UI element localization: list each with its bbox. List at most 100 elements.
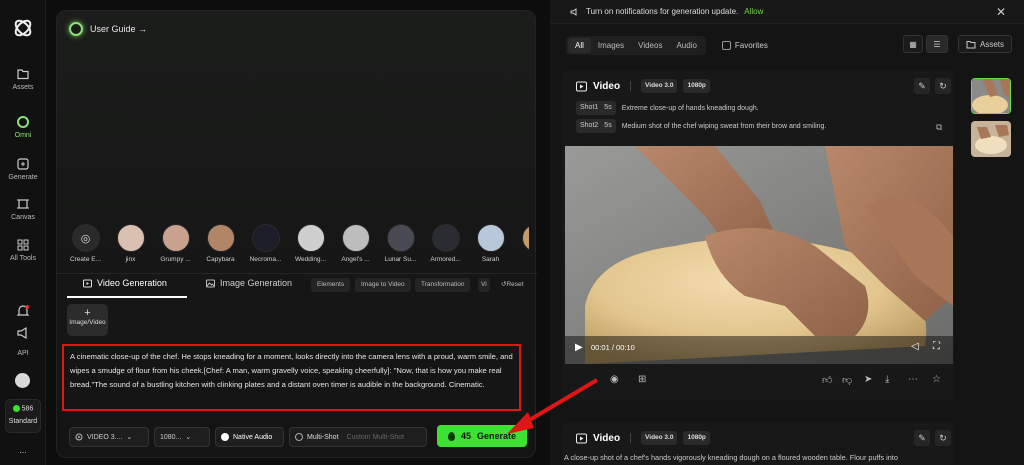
character-avatar	[476, 224, 505, 252]
credits-count: 586	[21, 405, 34, 413]
reset-label: Reset	[506, 281, 524, 288]
share-icon[interactable]: ➤	[864, 374, 872, 385]
credit-flame-icon	[447, 431, 455, 441]
copy-icon[interactable]: ⧉	[936, 122, 942, 133]
generate-label: Generate	[476, 431, 517, 441]
model-select[interactable]: VIDEO 3.... ⌄	[69, 427, 149, 447]
chip-image-to-video[interactable]: Image to Video	[355, 278, 411, 292]
model-badge: Video 3.0	[641, 431, 678, 445]
retry-icon[interactable]: ↻	[935, 78, 951, 94]
generation-panel: User Guide → ◎ Create E... jinx Grumpy ... C…	[56, 10, 537, 458]
character-item[interactable]: Angel's ...	[335, 224, 376, 274]
character-item[interactable]: Wedding...	[290, 224, 331, 274]
api-label[interactable]: API	[0, 350, 46, 357]
video-player[interactable]: ▶ 00:01 / 00:10 ◁ ⛶	[565, 146, 953, 364]
checkbox-icon	[721, 41, 731, 50]
card-header: Video Video 3.0 1080p	[576, 431, 710, 445]
grid-view-button[interactable]: ▦	[903, 35, 923, 53]
edit-icon[interactable]: ✎	[914, 430, 930, 446]
character-item[interactable]: ◎ Create E...	[65, 224, 106, 274]
generate-button[interactable]: 45 Generate	[437, 425, 527, 447]
app-logo-icon[interactable]	[12, 17, 34, 39]
character-item[interactable]: Blon	[515, 224, 529, 274]
more-options-icon[interactable]: ⋯	[908, 374, 918, 385]
play-icon[interactable]: ▶	[575, 342, 583, 353]
extend-icon[interactable]: ⊞	[638, 374, 646, 385]
user-guide-link[interactable]: User Guide →	[69, 22, 147, 36]
character-item[interactable]: Necroma...	[245, 224, 286, 274]
filter-images[interactable]: Images	[591, 38, 631, 53]
shot-description: Medium shot of the chef wiping sweat fro…	[621, 122, 827, 130]
tab-image-generation[interactable]: Image Generation	[206, 278, 292, 288]
chevron-down-icon: ⌄	[185, 434, 192, 441]
shot-duration: 5s	[604, 104, 612, 111]
character-item[interactable]: Grumpy ...	[155, 224, 196, 274]
credits-box[interactable]: 586 Standard	[5, 399, 41, 433]
list-view-button[interactable]: ☰	[926, 35, 948, 53]
close-icon[interactable]: ✕	[996, 5, 1006, 19]
character-item[interactable]: Sarah	[470, 224, 511, 274]
thumbnail[interactable]	[971, 121, 1011, 157]
thumbs-down-icon[interactable]: 👎︎	[842, 374, 852, 386]
chip-truncated[interactable]: Vi	[478, 278, 490, 292]
character-avatar	[161, 224, 190, 252]
sidebar-item-all-tools[interactable]: All Tools	[0, 238, 46, 262]
allow-link[interactable]: Allow	[744, 7, 763, 16]
avatar[interactable]	[15, 373, 30, 388]
more-icon[interactable]: ...	[0, 445, 46, 455]
fullscreen-icon[interactable]: ⛶	[933, 341, 940, 352]
chevron-down-icon: ⌄	[126, 434, 133, 441]
character-avatar	[296, 224, 325, 252]
sidebar-item-omni[interactable]: Omni	[0, 115, 46, 139]
bell-icon[interactable]	[16, 304, 30, 318]
filter-videos[interactable]: Videos	[631, 38, 669, 53]
filter-bar: All Images Videos Audio Favorites	[566, 36, 768, 55]
list-view-icon: ☰	[933, 39, 941, 49]
volume-icon[interactable]: ◁	[911, 341, 919, 352]
reset-button[interactable]: ↺Reset	[495, 278, 529, 292]
user-guide-label: User Guide →	[90, 24, 148, 34]
character-label: Capybara	[206, 256, 235, 263]
favorite-star-icon[interactable]: ☆	[932, 374, 941, 385]
prompt-textarea[interactable]: A cinematic close-up of the chef. He sto…	[62, 344, 521, 411]
resolution-select[interactable]: 1080... ⌄	[154, 427, 210, 447]
plus-icon: +	[84, 307, 91, 319]
chip-elements[interactable]: Elements	[311, 278, 351, 292]
assets-button[interactable]: Assets	[958, 35, 1012, 53]
character-strip: ◎ Create E... jinx Grumpy ... Capybara Necrom…	[65, 224, 529, 274]
thumbs-up-icon[interactable]: 👍︎	[822, 374, 832, 386]
custom-multishot-input[interactable]: Custom Multi-Shot	[347, 434, 405, 441]
character-label: Create E...	[69, 256, 102, 263]
notification-bar: Turn on notifications for generation upd…	[550, 0, 1024, 24]
character-item[interactable]: jinx	[110, 224, 151, 274]
shot-badge: Shot1 5s	[576, 101, 616, 115]
sidebar-item-canvas[interactable]: Canvas	[0, 197, 46, 221]
thumbnail-selected[interactable]	[971, 78, 1011, 114]
retry-icon[interactable]: ↻	[935, 430, 951, 446]
generate-cost: 45	[460, 431, 471, 441]
character-item[interactable]: Armored...	[425, 224, 466, 274]
shot-duration: 5s	[604, 122, 612, 129]
upload-image-video-button[interactable]: + Image/Video	[67, 304, 108, 336]
eye-icon[interactable]: ◉	[610, 374, 619, 385]
multishot-toggle[interactable]: Multi-Shot Custom Multi-Shot	[289, 427, 427, 447]
filter-all[interactable]: All	[568, 38, 591, 53]
character-item[interactable]: Lunar Su...	[380, 224, 421, 274]
folder-icon	[966, 40, 976, 48]
sidebar-item-assets[interactable]: Assets	[0, 67, 46, 91]
native-audio-toggle[interactable]: Native Audio	[215, 427, 284, 447]
divider	[630, 433, 632, 443]
filter-audio[interactable]: Audio	[669, 38, 703, 53]
edit-icon[interactable]: ✎	[914, 78, 930, 94]
sidebar-item-label: Generate	[8, 174, 38, 181]
tab-video-generation[interactable]: Video Generation	[83, 278, 167, 288]
sidebar-item-generate[interactable]: Generate	[0, 157, 46, 181]
grid-icon	[17, 239, 29, 251]
chip-transformation[interactable]: Transformation	[415, 278, 471, 292]
favorites-checkbox[interactable]: Favorites	[721, 41, 768, 50]
character-item[interactable]: Capybara	[200, 224, 241, 274]
megaphone-icon[interactable]	[16, 326, 30, 340]
dough-thumbnail-image	[972, 79, 1010, 113]
character-label: Wedding...	[295, 256, 326, 263]
download-icon[interactable]: ⤓	[885, 374, 889, 385]
